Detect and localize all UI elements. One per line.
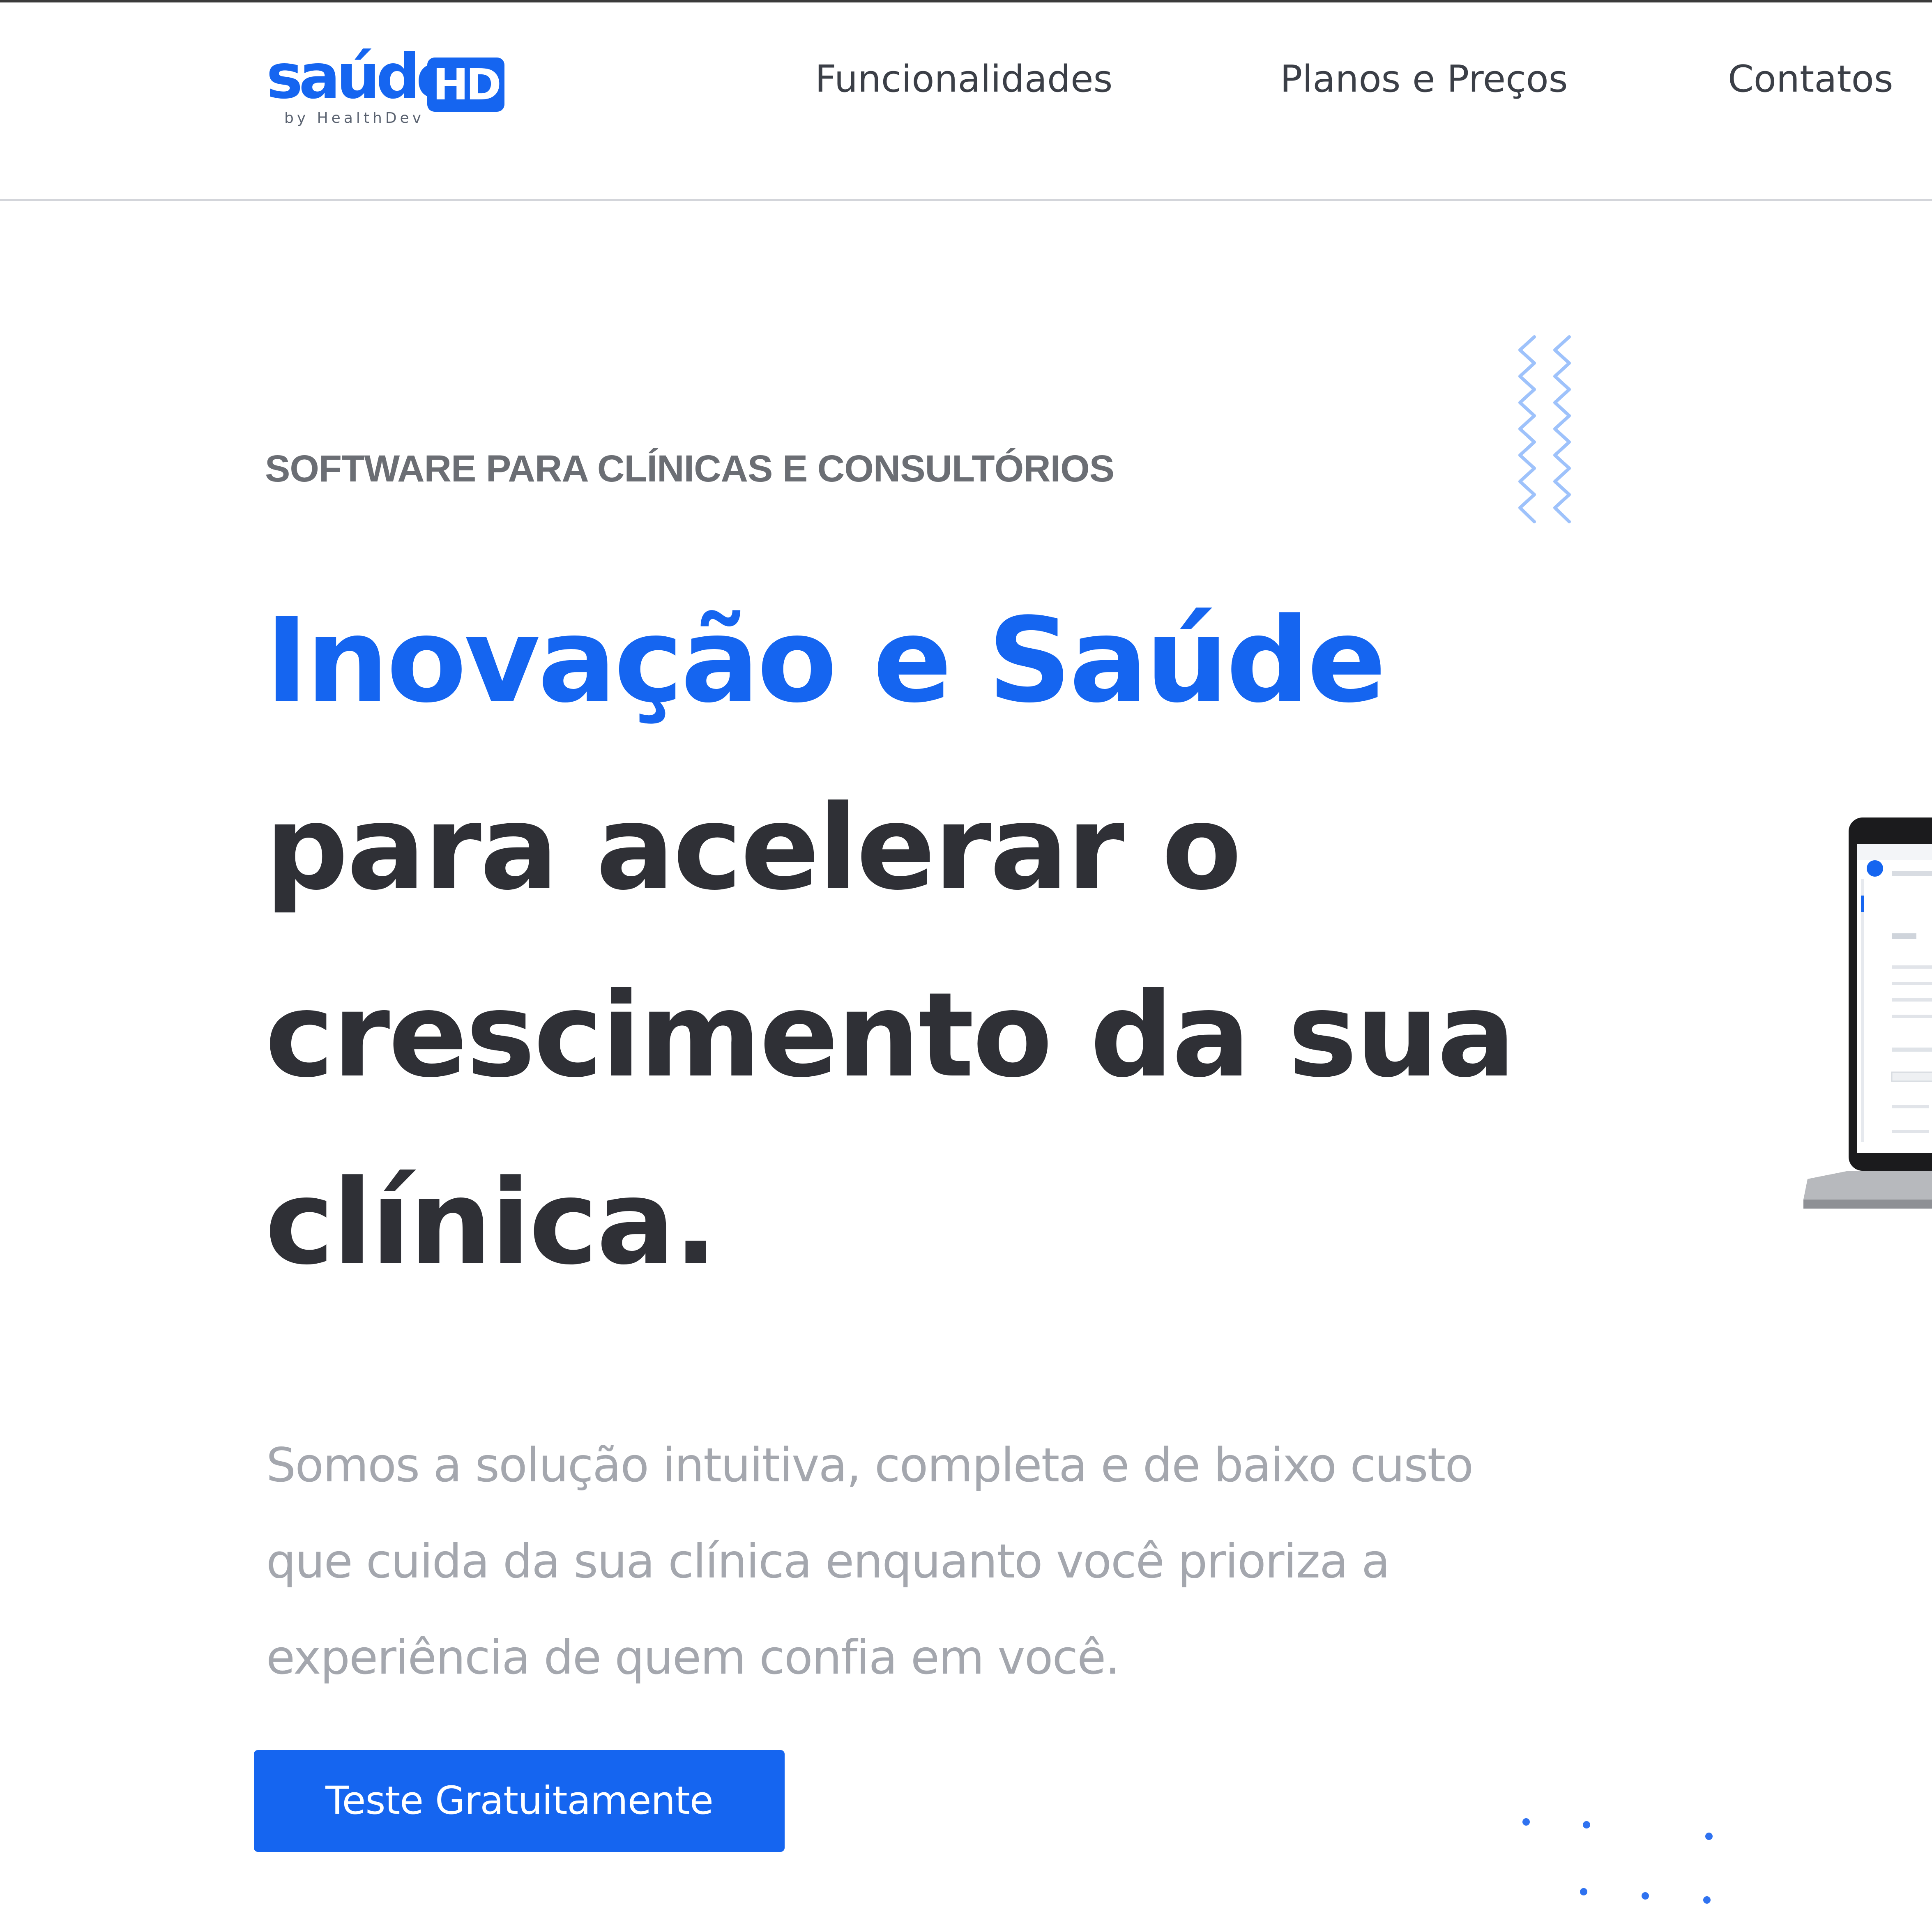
headline-line: crescimento da sua xyxy=(265,967,1516,1103)
logo-tagline: by HealthDev xyxy=(284,110,424,127)
nav-link-planos-e-precos[interactable]: Planos e Preços xyxy=(1280,61,1568,98)
headline-line: clínica. xyxy=(265,1154,718,1290)
logo-wordmark: saúde xyxy=(266,41,458,113)
headline-line: para acelerar o xyxy=(265,780,1242,916)
hero-eyebrow: SOFTWARE PARA CLÍNICAS E CONSULTÓRIOS xyxy=(265,448,1115,490)
nav-link-contatos[interactable]: Contatos xyxy=(1728,61,1893,98)
site-header: saúde HD by HealthDev Funcionalidades Pl… xyxy=(0,2,1932,201)
logo-hd-badge: HD xyxy=(427,58,504,112)
subcopy-line: experiência de quem confia em você. xyxy=(266,1630,1120,1685)
hero-subcopy: Somos a solução intuitiva, completa e de… xyxy=(266,1417,1663,1706)
hero-headline: Inovação e Saúde para acelerar o crescim… xyxy=(265,567,1703,1316)
dot-grid-decoration-icon xyxy=(1522,1818,1713,1904)
subcopy-line: que cuida da sua clínica enquanto você p… xyxy=(266,1534,1390,1589)
subcopy-line: Somos a solução intuitiva, completa e de… xyxy=(266,1438,1474,1492)
saude-hd-logo[interactable]: saúde HD by HealthDev xyxy=(266,46,509,133)
nav-link-funcionalidades[interactable]: Funcionalidades xyxy=(815,61,1112,98)
free-trial-button[interactable]: Teste Gratuitamente xyxy=(254,1750,785,1852)
laptop-mockup-image xyxy=(1803,817,1932,1209)
headline-highlight: Inovação e Saúde xyxy=(265,592,1386,728)
zigzag-decoration-icon xyxy=(1518,335,1571,523)
